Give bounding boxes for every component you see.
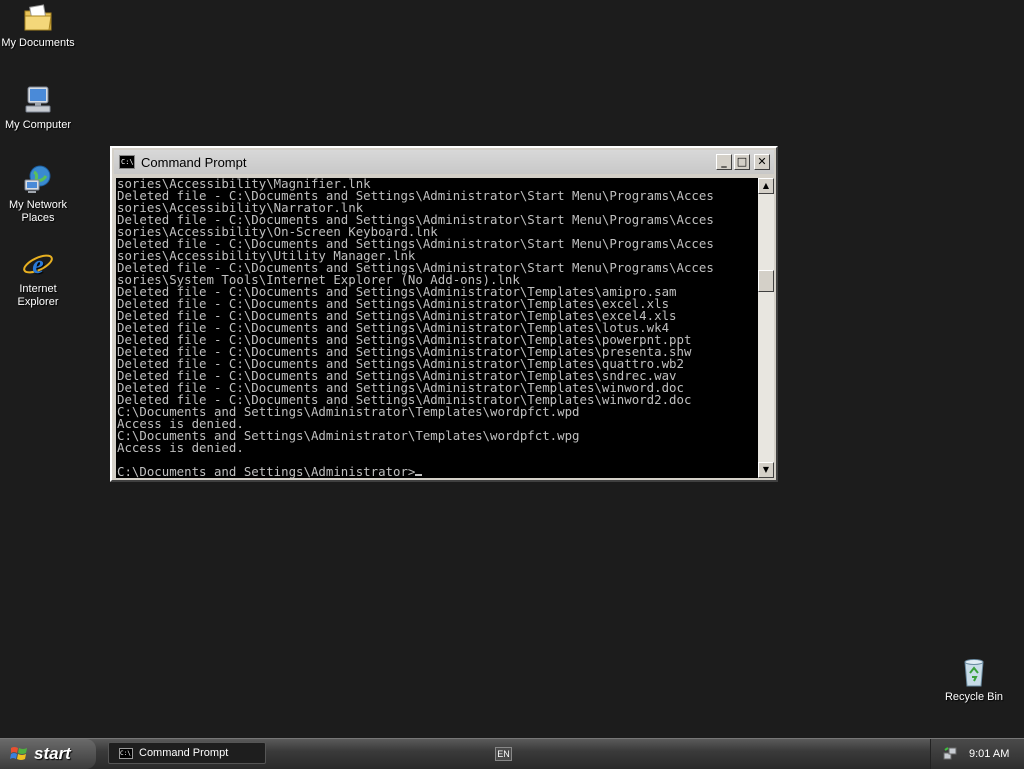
- my-computer-icon: [25, 86, 51, 113]
- scroll-thumb[interactable]: [758, 270, 774, 292]
- desktop-icon-label: Recycle Bin: [944, 691, 1004, 703]
- desktop-icon-label: My Network: [8, 199, 68, 211]
- desktop-icon-recycle-bin[interactable]: Recycle Bin: [936, 656, 1012, 704]
- network-places-icon: [24, 165, 51, 193]
- clock[interactable]: 9:01 AM: [969, 748, 1009, 760]
- windows-logo-icon: [10, 747, 27, 760]
- command-prompt-window[interactable]: C:\ Command Prompt _ □ ✕ sories\Accessib…: [110, 146, 778, 482]
- start-label: start: [34, 744, 71, 763]
- system-tray: 9:01 AM: [930, 739, 1024, 769]
- taskbar-button-label: Command Prompt: [139, 747, 229, 759]
- vertical-scrollbar[interactable]: ▲ ▼: [758, 178, 774, 478]
- text-cursor: [415, 474, 423, 476]
- desktop-icon-label-line2: Explorer: [17, 296, 59, 308]
- recycle-bin-icon: [964, 659, 984, 687]
- desktop-icon-label-line2: Places: [21, 212, 55, 224]
- close-button[interactable]: ✕: [754, 154, 770, 170]
- desktop-icon-label: Internet: [19, 283, 57, 295]
- maximize-button[interactable]: □: [734, 154, 750, 170]
- command-prompt-icon: C:\: [119, 747, 133, 759]
- desktop-icon-internet-explorer[interactable]: e Internet Explorer: [0, 248, 76, 309]
- desktop-icon-network-places[interactable]: My Network Places: [0, 164, 76, 225]
- taskbar-button-command-prompt[interactable]: C:\ Command Prompt: [108, 742, 266, 764]
- internet-explorer-icon: e: [23, 250, 53, 279]
- scroll-down-button[interactable]: ▼: [758, 462, 774, 478]
- console-output[interactable]: sories\Accessibility\Magnifier.lnk Delet…: [116, 178, 758, 478]
- command-prompt-icon: C:\: [119, 155, 135, 169]
- console-line: Access is denied.: [117, 440, 244, 455]
- minimize-button[interactable]: _: [716, 154, 732, 170]
- scroll-up-button[interactable]: ▲: [758, 178, 774, 194]
- desktop-icon-label: My Documents: [1, 37, 75, 49]
- desktop-icon-label: My Computer: [4, 119, 72, 131]
- desktop-icon-my-computer[interactable]: My Computer: [0, 84, 76, 132]
- console-line: C:\Documents and Settings\Administrator>: [117, 464, 416, 478]
- console-text: sories\Accessibility\Magnifier.lnk Delet…: [116, 178, 758, 478]
- taskbar: start C:\ Command Prompt EN 9:01 AM: [0, 738, 1024, 769]
- my-documents-icon: [24, 4, 52, 31]
- network-status-icon[interactable]: [943, 747, 957, 761]
- start-button[interactable]: start: [0, 739, 96, 769]
- svg-text:e: e: [32, 250, 44, 279]
- desktop-icon-my-documents[interactable]: My Documents: [0, 2, 76, 50]
- window-title: Command Prompt: [141, 154, 247, 170]
- window-titlebar[interactable]: C:\ Command Prompt _ □ ✕: [114, 150, 774, 174]
- language-indicator[interactable]: EN: [495, 747, 512, 761]
